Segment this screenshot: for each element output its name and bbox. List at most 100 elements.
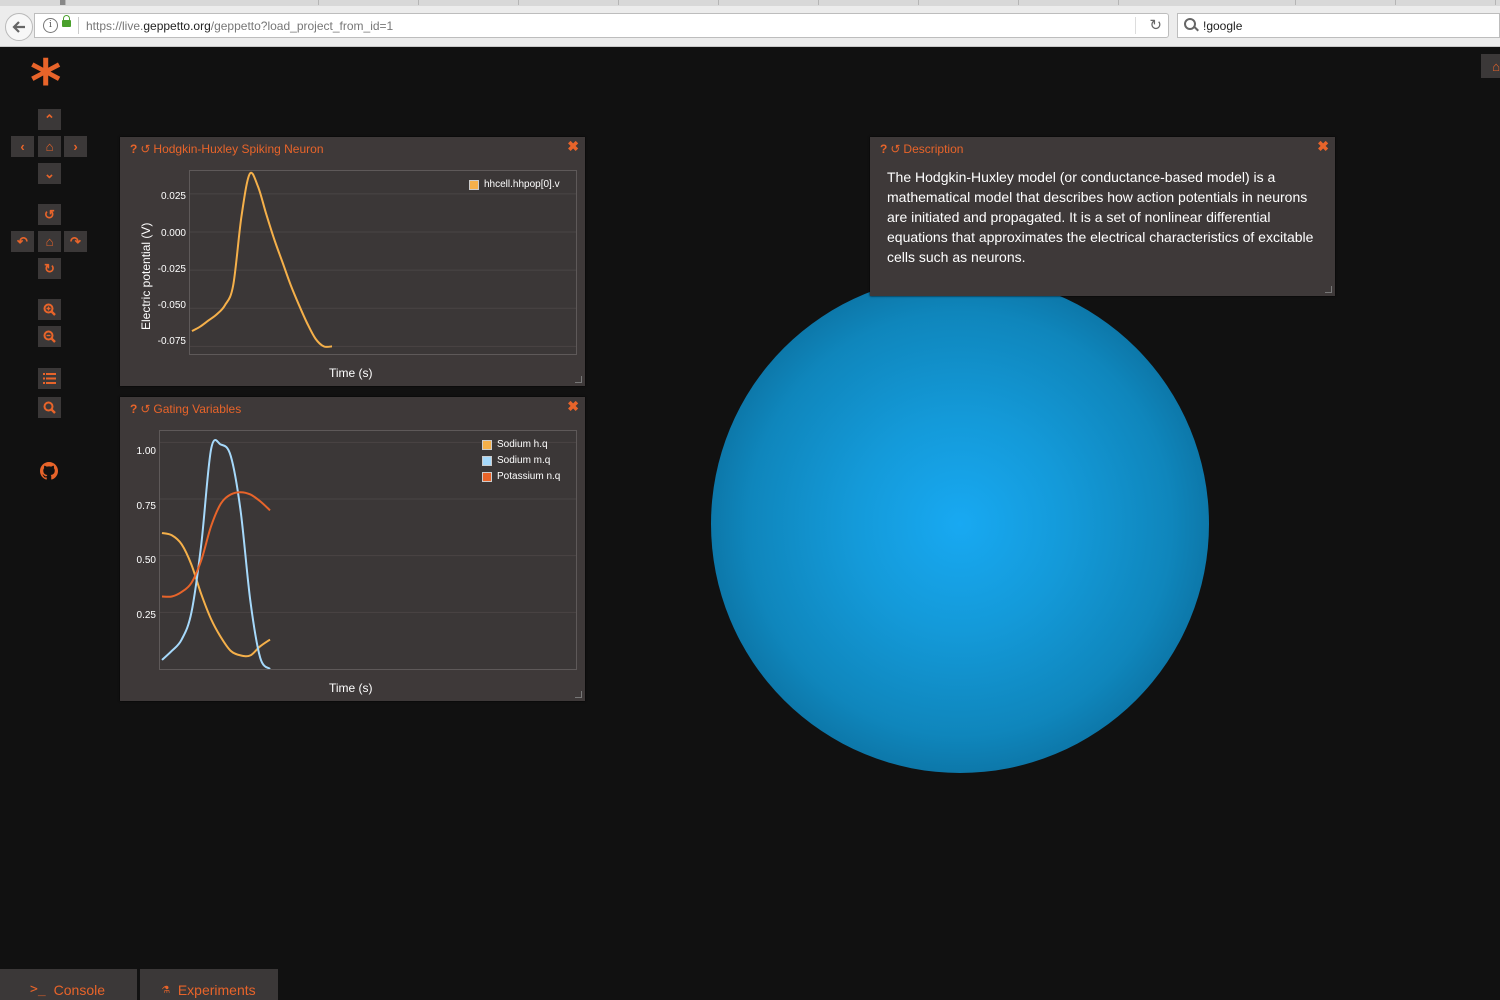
url-path: /geppetto?load_project_from_id=1 [210,19,394,33]
widget-title-bar[interactable]: ? ↺ Description [880,140,963,158]
rotate-home-button[interactable]: ⌂ [38,231,61,252]
browser-navbar: i https://live.geppetto.org/geppetto?loa… [0,6,1500,47]
secure-lock-icon[interactable] [62,15,71,27]
legend-item[interactable]: Potassium n.q [482,471,560,482]
home-icon: ⌂ [45,234,54,249]
y-tick-label: 0.025 [160,191,186,202]
browser-tab[interactable] [518,0,619,5]
gating-plot [160,439,576,670]
help-icon[interactable]: ? [130,402,137,416]
url-bar[interactable]: i https://live.geppetto.org/geppetto?loa… [34,13,1169,38]
chevron-up-icon: ⌃ [44,111,55,127]
chevron-right-icon: › [73,139,78,154]
back-button[interactable] [5,13,33,41]
browser-tab[interactable] [718,0,819,5]
series-line-sodium-m-q [161,439,271,670]
browser-tab[interactable] [218,0,319,5]
x-axis-label: Time (s) [329,681,373,695]
chevron-down-icon: ⌄ [44,165,55,181]
geppetto-logo: * [30,47,62,117]
resize-handle[interactable] [1325,286,1332,293]
y-tick-label: 0.75 [136,501,156,512]
search-input[interactable]: !google [1203,19,1242,33]
help-icon[interactable]: ? [130,142,137,156]
gating-variables-widget[interactable]: ? ↺ Gating Variables ✖ Sodium h.q Sodium… [120,397,585,701]
browser-tab-active-marker [60,0,66,5]
site-info-icon[interactable]: i [43,18,58,33]
browser-tab[interactable] [918,0,1019,5]
history-icon[interactable]: ↺ [890,142,900,156]
github-icon[interactable] [38,460,60,482]
y-tick-label: 0.25 [136,610,156,621]
url-text[interactable]: https://live.geppetto.org/geppetto?load_… [86,19,393,33]
widget-title-bar[interactable]: ? ↺ Hodgkin-Huxley Spiking Neuron [130,140,324,158]
pan-left-button[interactable]: ‹ [11,136,34,157]
spotlight-button[interactable] [38,397,61,418]
zoom-out-button[interactable] [38,326,61,347]
close-icon[interactable]: ✖ [567,398,579,415]
browser-tab[interactable] [1018,0,1119,5]
widget-title-bar[interactable]: ? ↺ Gating Variables [130,400,241,418]
browser-tab[interactable] [618,0,719,5]
pan-right-button[interactable]: › [64,136,87,157]
pan-down-button[interactable]: ⌄ [38,163,61,184]
zoom-in-icon [43,303,56,316]
console-tab[interactable]: >_ Console [0,969,137,1000]
history-icon[interactable]: ↺ [140,142,150,156]
legend-label: Sodium m.q [497,455,551,466]
browser-tab[interactable] [1295,0,1396,5]
reload-icon[interactable]: ↻ [1149,16,1162,34]
description-widget[interactable]: ? ↺ Description ✖ The Hodgkin-Huxley mod… [870,137,1335,296]
legend-label: hhcell.hhpop[0].v [484,179,560,190]
url-domain: geppetto.org [143,19,211,33]
zoom-out-icon [43,330,56,343]
legend-item[interactable]: Sodium h.q [482,439,548,450]
search-icon [43,401,56,414]
plot-area[interactable]: hhcell.hhpop[0].v [189,170,577,355]
rotate-down-button[interactable]: ↻ [38,258,61,279]
browser-tab[interactable] [818,0,919,5]
terminal-icon: >_ [30,982,46,997]
legend-swatch [482,471,492,482]
home-icon: ⌂ [45,139,54,154]
experiments-tab[interactable]: ⚗ Experiments [140,969,278,1000]
legend-swatch [469,179,479,190]
pan-up-button[interactable]: ⌃ [38,109,61,130]
history-icon[interactable]: ↺ [140,402,150,416]
y-tick-label: 0.50 [136,555,156,566]
close-icon[interactable]: ✖ [567,138,579,155]
x-axis-label: Time (s) [329,366,373,380]
close-icon[interactable]: ✖ [1317,138,1329,155]
help-icon[interactable]: ? [880,142,887,156]
rotate-up-button[interactable]: ↺ [38,204,61,225]
search-bar[interactable]: !google [1177,13,1500,38]
browser-tab[interactable] [0,0,61,5]
resize-handle[interactable] [575,691,582,698]
browser-tab[interactable] [1195,0,1296,5]
zoom-in-button[interactable] [38,299,61,320]
rotate-up-icon: ↺ [44,206,55,222]
resize-handle[interactable] [575,376,582,383]
plot-area[interactable]: Sodium h.q Sodium m.q Potassium n.q [159,430,577,670]
spiking-neuron-widget[interactable]: ? ↺ Hodgkin-Huxley Spiking Neuron ✖ hhce… [120,137,585,386]
legend-label: Potassium n.q [497,471,561,482]
browser-tab[interactable] [1395,0,1496,5]
corner-home-button[interactable]: ⌂ [1481,54,1500,78]
rotate-right-icon: ↷ [70,233,81,249]
widget-title: Hodgkin-Huxley Spiking Neuron [153,142,324,156]
pan-home-button[interactable]: ⌂ [38,136,61,157]
back-arrow-icon [12,21,25,33]
cell-sphere-3d[interactable] [711,275,1209,773]
list-icon [43,373,56,384]
chevron-left-icon: ‹ [20,139,25,154]
browser-tab[interactable] [418,0,519,5]
series-line-potassium-n-q [161,491,271,598]
rotate-right-button[interactable]: ↷ [64,231,87,252]
legend-item[interactable]: hhcell.hhpop[0].v [469,179,560,190]
browser-tab[interactable] [318,0,419,5]
rotate-left-button[interactable]: ↶ [11,231,34,252]
description-text: The Hodgkin-Huxley model (or conductance… [887,169,1314,265]
legend-item[interactable]: Sodium m.q [482,455,550,466]
url-prefix: https://live. [86,19,144,33]
control-panel-button[interactable] [38,368,61,389]
